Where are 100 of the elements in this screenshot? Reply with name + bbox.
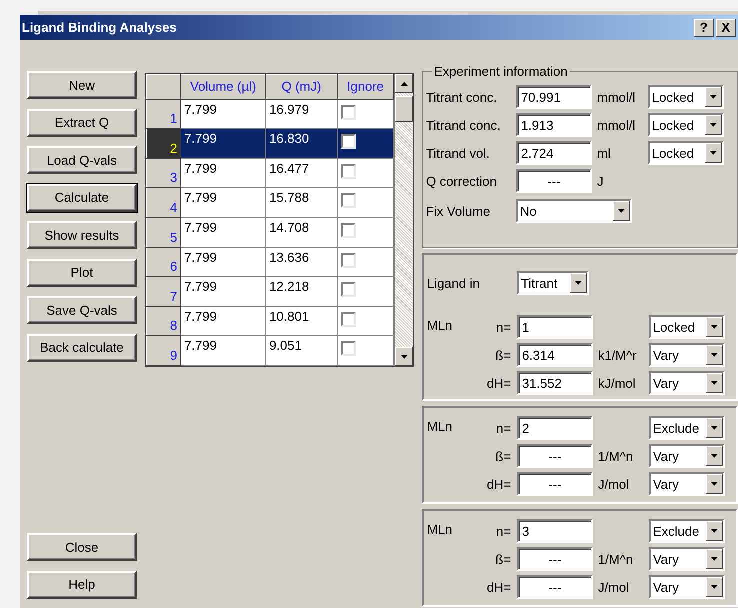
dropdown[interactable]: Vary bbox=[649, 343, 726, 367]
dropdown[interactable]: Vary bbox=[649, 575, 726, 599]
input-field[interactable]: --- bbox=[517, 575, 594, 599]
caret-icon bbox=[711, 482, 718, 486]
ignore-checkbox[interactable] bbox=[340, 193, 356, 208]
unit-label: J/mol bbox=[597, 580, 630, 594]
input-field[interactable]: 6.314 bbox=[517, 343, 594, 367]
field-label: Fix Volume bbox=[426, 204, 492, 218]
species-label: MLn bbox=[427, 418, 454, 436]
species-label: MLn bbox=[427, 317, 454, 335]
column-header[interactable]: Ignore bbox=[337, 74, 394, 99]
dropdown[interactable]: Exclude bbox=[649, 416, 726, 440]
row-header[interactable]: 2 bbox=[146, 128, 181, 158]
dropdown[interactable]: Locked bbox=[648, 85, 724, 109]
row-header[interactable]: 3 bbox=[146, 158, 181, 188]
field-label: ß= bbox=[494, 448, 512, 464]
action-button[interactable]: Calculate bbox=[27, 184, 137, 212]
dropdown[interactable]: Locked bbox=[648, 141, 724, 165]
input-field[interactable]: 1 bbox=[517, 315, 594, 339]
field-label: Titrant conc. bbox=[426, 90, 498, 104]
table-row[interactable]: 6 7.799 13.636 bbox=[146, 247, 394, 277]
ignore-checkbox[interactable] bbox=[340, 341, 356, 356]
caret-icon bbox=[710, 123, 718, 127]
ignore-checkbox[interactable] bbox=[340, 104, 356, 120]
input-field[interactable]: --- bbox=[517, 472, 594, 496]
input-field[interactable]: --- bbox=[517, 547, 594, 571]
table-row[interactable]: 5 7.799 14.708 bbox=[146, 217, 394, 248]
dropdown[interactable]: Locked bbox=[649, 315, 726, 339]
ignore-checkbox[interactable] bbox=[340, 134, 356, 150]
caret-icon bbox=[711, 529, 718, 533]
dropdown[interactable]: Titrant bbox=[517, 271, 590, 295]
row-header[interactable]: 4 bbox=[146, 188, 181, 218]
table-row[interactable]: 4 7.799 15.788 bbox=[146, 188, 394, 218]
table-cell: 16.830 bbox=[266, 128, 338, 158]
input-field[interactable]: 2 bbox=[517, 416, 594, 440]
dialog-button[interactable]: Close bbox=[27, 533, 137, 561]
row-header[interactable]: 5 bbox=[146, 217, 181, 248]
action-button[interactable]: New bbox=[27, 71, 137, 99]
ignore-checkbox[interactable] bbox=[340, 312, 356, 327]
input-field[interactable]: 1.913 bbox=[516, 113, 592, 137]
row-header[interactable]: 1 bbox=[146, 99, 181, 129]
field-label: n= bbox=[495, 524, 512, 538]
table-row[interactable]: 1 7.799 16.979 bbox=[146, 99, 394, 129]
field-label: Titrand vol. bbox=[426, 146, 492, 160]
input-field[interactable]: --- bbox=[516, 169, 592, 193]
input-field[interactable]: --- bbox=[517, 444, 594, 468]
dropdown[interactable]: Vary bbox=[649, 547, 726, 571]
caret-icon bbox=[711, 557, 718, 561]
field-label: ß= bbox=[494, 552, 512, 566]
row-header[interactable]: 9 bbox=[146, 336, 181, 366]
unit-label: mmol/l bbox=[596, 90, 636, 104]
table-cell: 7.799 bbox=[180, 276, 266, 306]
scrollbar[interactable] bbox=[394, 74, 414, 366]
field-label: dH= bbox=[486, 580, 512, 594]
table-cell: 7.799 bbox=[180, 217, 266, 248]
dropdown[interactable]: Vary bbox=[649, 472, 726, 496]
row-header[interactable]: 6 bbox=[146, 247, 181, 277]
table-cell: 9.051 bbox=[266, 336, 338, 366]
action-button[interactable]: Load Q-vals bbox=[27, 146, 137, 174]
dropdown[interactable]: Locked bbox=[648, 113, 724, 137]
window-close-button[interactable]: X bbox=[716, 18, 736, 36]
species-label: MLn bbox=[427, 521, 454, 539]
ignore-checkbox[interactable] bbox=[340, 252, 356, 268]
column-header[interactable]: Volume (µl) bbox=[180, 74, 266, 99]
action-button[interactable]: Show results bbox=[27, 221, 137, 249]
down-arrow-icon bbox=[400, 354, 408, 358]
column-header[interactable]: Q (mJ) bbox=[266, 74, 338, 99]
row-header[interactable]: 7 bbox=[146, 276, 181, 306]
table-row[interactable]: 9 7.799 9.051 bbox=[146, 336, 394, 366]
field-label: n= bbox=[495, 420, 512, 436]
table-cell: 14.708 bbox=[266, 217, 338, 248]
unit-label: 1/M^n bbox=[597, 448, 634, 464]
action-button[interactable]: Back calculate bbox=[27, 334, 137, 362]
action-button[interactable]: Plot bbox=[27, 258, 137, 286]
ignore-checkbox[interactable] bbox=[340, 282, 356, 298]
input-field[interactable]: 2.724 bbox=[516, 141, 592, 165]
table-row[interactable]: 2 7.799 16.830 bbox=[146, 128, 394, 158]
scrollbar-thumb[interactable] bbox=[395, 96, 414, 122]
dropdown[interactable]: Vary bbox=[649, 444, 726, 468]
table-row[interactable]: 7 7.799 12.218 bbox=[146, 276, 394, 306]
caret-icon bbox=[710, 95, 718, 99]
input-field[interactable]: 70.991 bbox=[516, 85, 592, 109]
input-field[interactable]: 3 bbox=[517, 519, 594, 543]
group-title: Experiment information bbox=[433, 64, 569, 79]
ignore-checkbox[interactable] bbox=[340, 164, 356, 179]
dialog-button[interactable]: Help bbox=[27, 570, 137, 598]
help-button[interactable]: ? bbox=[694, 18, 714, 36]
action-button[interactable]: Save Q-vals bbox=[27, 296, 137, 324]
table-row[interactable]: 8 7.799 10.801 bbox=[146, 306, 394, 336]
row-header[interactable]: 8 bbox=[146, 306, 181, 336]
ignore-checkbox[interactable] bbox=[340, 222, 356, 238]
table-row[interactable]: 3 7.799 16.477 bbox=[146, 158, 394, 188]
dropdown[interactable]: Vary bbox=[649, 371, 726, 395]
unit-label: k1/M^r bbox=[597, 348, 638, 362]
input-field[interactable]: 31.552 bbox=[517, 371, 594, 395]
dropdown[interactable]: Exclude bbox=[649, 519, 726, 543]
window-title: Ligand Binding Analyses bbox=[22, 20, 178, 35]
action-button[interactable]: Extract Q bbox=[27, 108, 137, 136]
dropdown[interactable]: No bbox=[516, 199, 632, 223]
unit-label: 1/M^n bbox=[597, 552, 634, 566]
